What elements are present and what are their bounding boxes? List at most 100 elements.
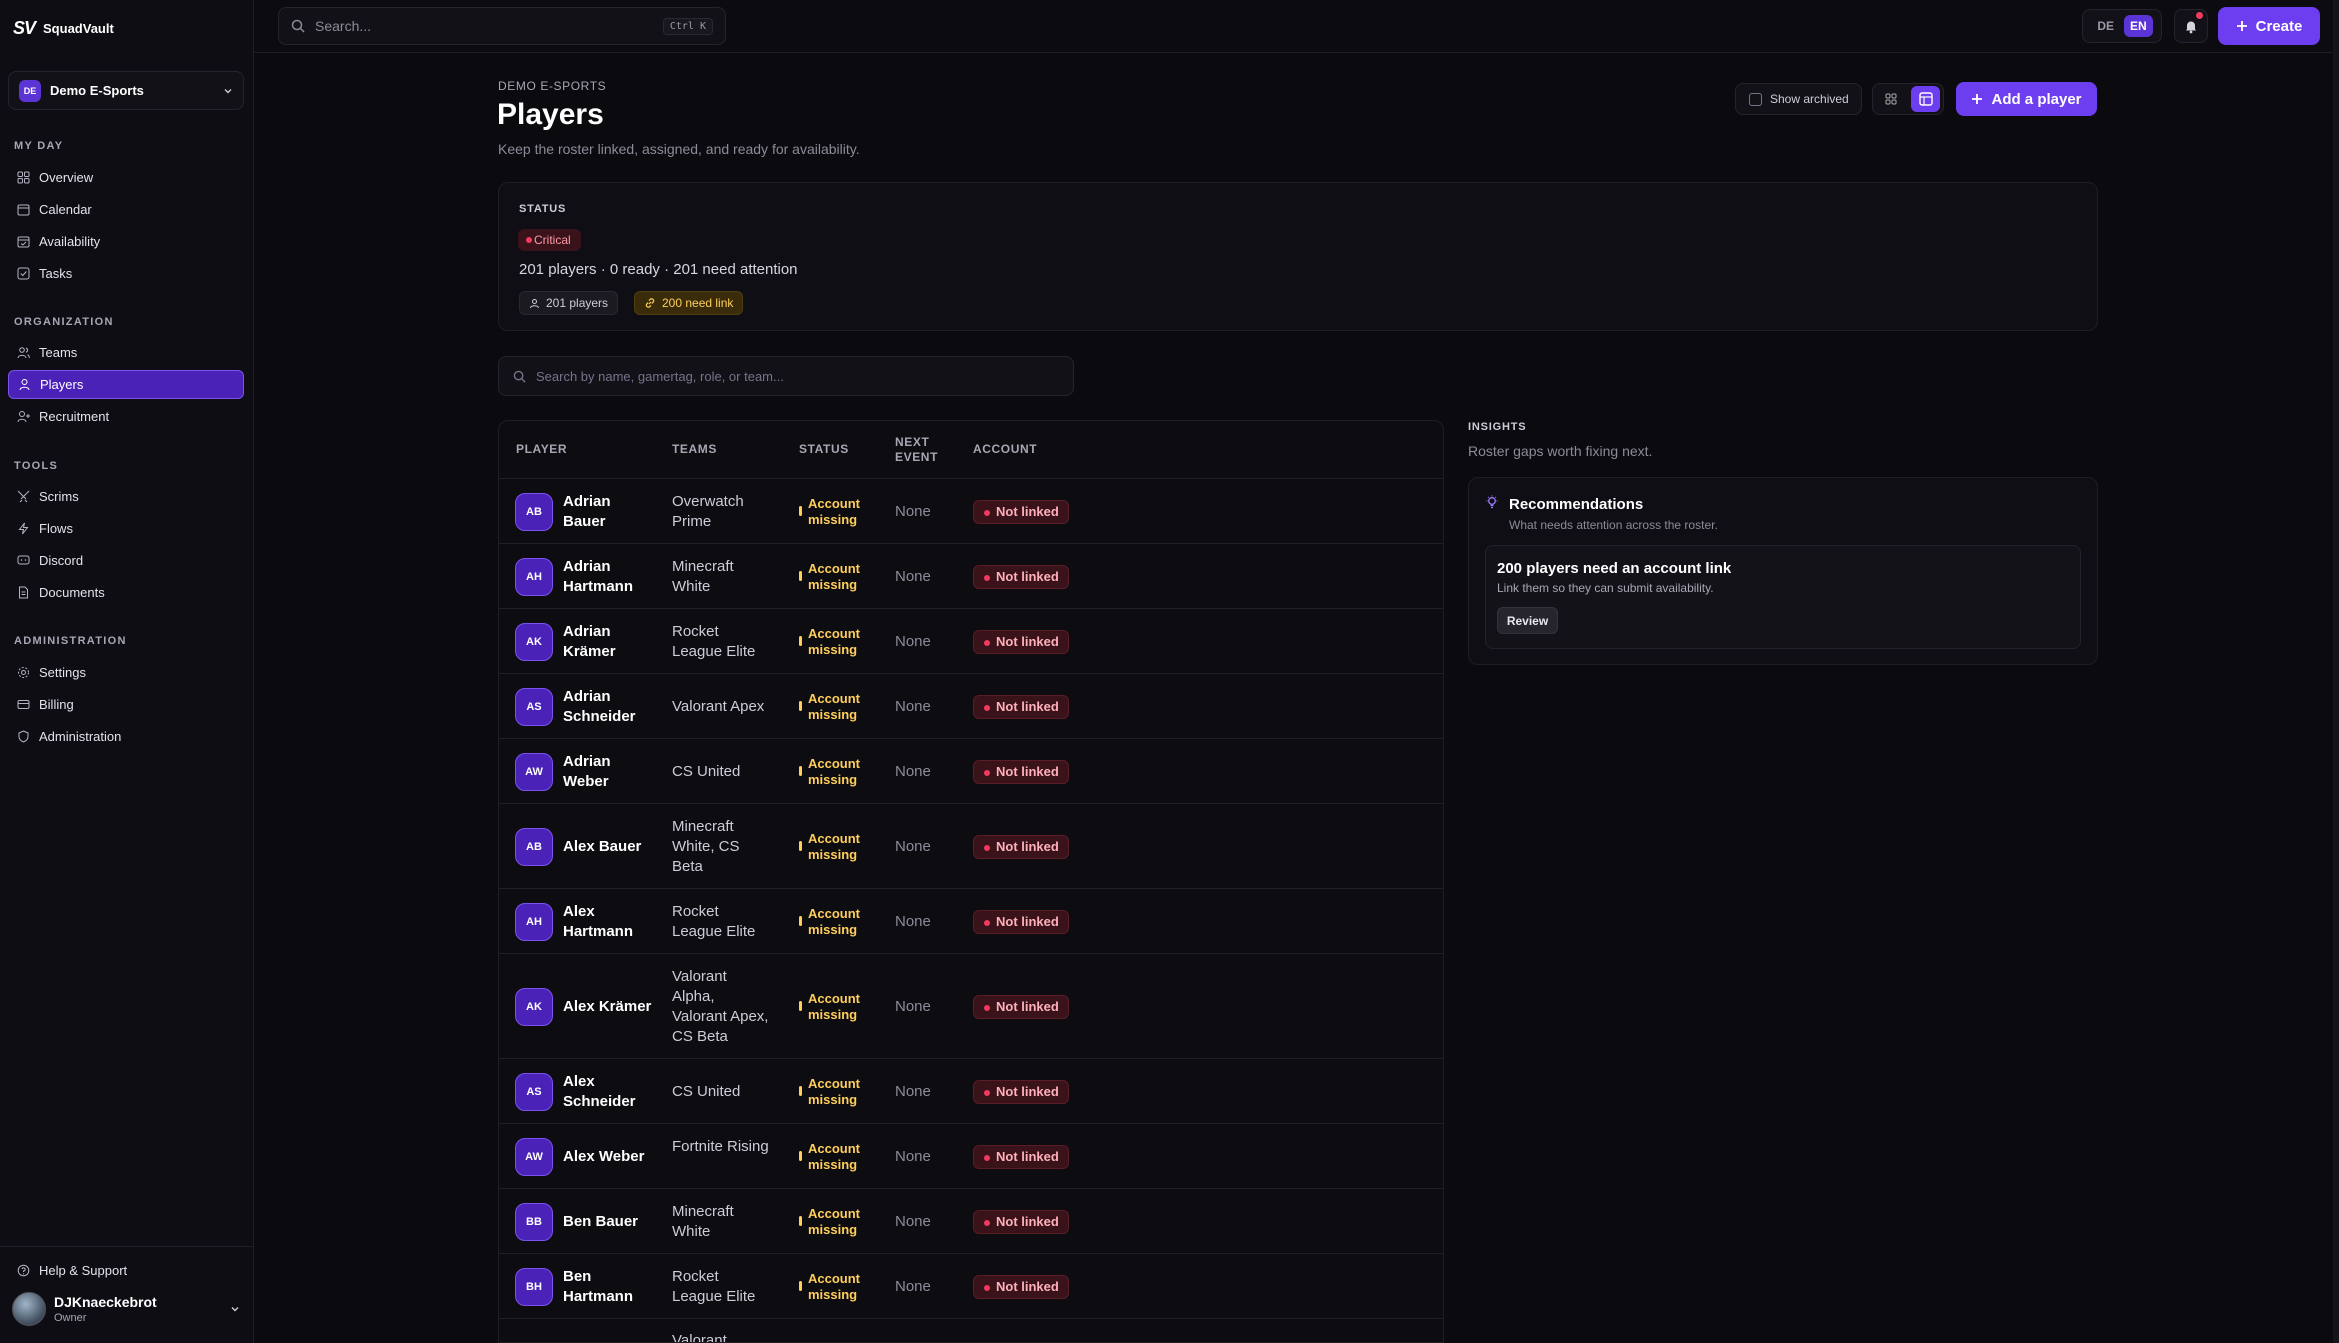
column-header-status[interactable]: STATUS [799, 421, 849, 478]
lang-en-button[interactable]: EN [2124, 15, 2153, 37]
player-name[interactable]: Alex Schneider [563, 1072, 653, 1113]
player-name[interactable]: Ben Bauer [563, 1212, 653, 1232]
player-status: Account missing [799, 561, 869, 594]
org-switcher[interactable]: DE Demo E-Sports [8, 71, 244, 110]
player-next-event: None [895, 1082, 931, 1100]
table-row[interactable]: AW Adrian Weber CS United Account missing No… [499, 739, 1443, 804]
sidebar-item-label: Scrims [39, 489, 79, 504]
players-table: PLAYER TEAMS STATUS NEXT EVENT ACCOUNT A… [498, 420, 1444, 1343]
players-count-label: 201 players [546, 296, 609, 310]
global-search-input[interactable]: Search... Ctrl K [278, 7, 726, 45]
breadcrumb: DEMO E-SPORTS [498, 79, 607, 93]
player-name[interactable]: Alex Bauer [563, 837, 653, 857]
player-name[interactable]: Alex Krämer [563, 997, 653, 1017]
bolt-icon [16, 522, 30, 536]
sidebar-item-recruitment[interactable]: Recruitment [8, 402, 244, 431]
table-row[interactable]: AH Alex Hartmann Rocket League Elite Accoun… [499, 889, 1443, 954]
checkbox[interactable] [1749, 92, 1762, 106]
player-name[interactable]: Ben Hartmann [563, 1267, 653, 1308]
account-status-badge[interactable]: Not linked [973, 909, 1069, 934]
table-row[interactable]: AB Adrian Bauer Overwatch Prime Account mis… [499, 479, 1443, 544]
player-status: Account missing [799, 626, 869, 659]
table-row[interactable]: AW Alex Weber Fortnite Rising Account missi… [499, 1124, 1443, 1189]
player-name[interactable]: Adrian Bauer [563, 492, 653, 533]
sidebar-item-calendar[interactable]: Calendar [8, 195, 244, 224]
account-status-badge[interactable]: Not linked [973, 499, 1069, 524]
sidebar-item-settings[interactable]: Settings [8, 658, 244, 687]
sidebar-item-flows[interactable]: Flows [8, 514, 244, 543]
players-count-pill[interactable]: 201 players [519, 291, 619, 315]
sidebar-item-label: Calendar [39, 202, 92, 217]
player-name[interactable]: Adrian Hartmann [563, 557, 653, 598]
sidebar-item-administration[interactable]: Administration [8, 722, 244, 751]
column-header-account[interactable]: ACCOUNT [973, 421, 1037, 478]
table-row[interactable]: AH Adrian Hartmann Minecraft White Account … [499, 544, 1443, 609]
table-row[interactable]: BB Ben Bauer Minecraft White Account missin… [499, 1189, 1443, 1254]
sidebar-item-scrims[interactable]: Scrims [8, 482, 244, 511]
player-next-event: None [895, 912, 931, 930]
player-name[interactable]: Alex Hartmann [563, 902, 653, 943]
show-archived-toggle[interactable]: Show archived [1735, 83, 1862, 115]
account-status-badge[interactable]: Not linked [973, 694, 1069, 719]
help-support-link[interactable]: Help & Support [8, 1256, 244, 1285]
lang-de-button[interactable]: DE [2091, 15, 2120, 37]
player-name[interactable]: Adrian Schneider [563, 687, 653, 728]
sidebar-item-overview[interactable]: Overview [8, 163, 244, 192]
status-label: STATUS [519, 203, 567, 215]
avatar [12, 1292, 46, 1326]
sidebar-item-players[interactable]: Players [8, 370, 244, 399]
create-button[interactable]: Create [2218, 7, 2320, 45]
column-header-next-event[interactable]: NEXT EVENT [895, 421, 945, 478]
account-status-badge[interactable]: Not linked [973, 834, 1069, 859]
brand-logo[interactable]: SV SquadVault [13, 18, 114, 39]
sidebar-item-billing[interactable]: Billing [8, 690, 244, 719]
account-status-badge[interactable]: Not linked [973, 994, 1069, 1019]
scrollbar[interactable] [2333, 0, 2339, 1343]
page-title: Players [497, 98, 604, 131]
table-row[interactable]: AK Adrian Krämer Rocket League Elite Accoun… [499, 609, 1443, 674]
player-name[interactable]: Adrian Weber [563, 752, 653, 793]
sidebar-item-teams[interactable]: Teams [8, 338, 244, 367]
player-name[interactable]: Adrian Krämer [563, 622, 653, 663]
account-status-badge[interactable]: Not linked [973, 759, 1069, 784]
account-status-badge[interactable]: Not linked [973, 1079, 1069, 1104]
avatar: AS [515, 1072, 553, 1111]
user-menu[interactable]: DJKnaeckebrot Owner [12, 1292, 240, 1326]
sidebar-item-label: Billing [39, 697, 74, 712]
player-status: Account missing [799, 691, 869, 724]
chevron-down-icon [224, 88, 232, 93]
review-button[interactable]: Review [1497, 607, 1558, 634]
table-view-button[interactable] [1911, 86, 1940, 112]
table-row[interactable]: AS Adrian Schneider Valorant Apex Account m… [499, 674, 1443, 739]
calendar-icon [16, 203, 30, 217]
sidebar-item-documents[interactable]: Documents [8, 578, 244, 607]
page-subtitle: Keep the roster linked, assigned, and re… [498, 141, 860, 157]
table-row[interactable]: Valorant [499, 1319, 1443, 1342]
notifications-button[interactable] [2174, 9, 2208, 43]
grid-view-button[interactable] [1876, 86, 1905, 112]
table-row[interactable]: AS Alex Schneider CS United Account missing… [499, 1059, 1443, 1124]
table-row[interactable]: BH Ben Hartmann Rocket League Elite Account… [499, 1254, 1443, 1319]
need-link-pill[interactable]: 200 need link [634, 291, 744, 315]
sidebar-item-tasks[interactable]: Tasks [8, 259, 244, 288]
player-name[interactable]: Alex Weber [563, 1147, 653, 1167]
player-search-input[interactable]: Search by name, gamertag, role, or team.… [498, 356, 1074, 396]
recommendation-description: Link them so they can submit availabilit… [1497, 581, 1714, 595]
nav-section-my-day: MY DAY [14, 140, 64, 152]
column-header-player[interactable]: PLAYER [516, 421, 567, 478]
sidebar-item-availability[interactable]: Availability [8, 227, 244, 256]
org-name: Demo E-Sports [50, 83, 144, 98]
column-header-teams[interactable]: TEAMS [672, 421, 717, 478]
add-player-button[interactable]: Add a player [1956, 82, 2097, 116]
account-status-badge[interactable]: Not linked [973, 1144, 1069, 1169]
users-icon [16, 346, 30, 360]
sidebar-item-discord[interactable]: Discord [8, 546, 244, 575]
account-status-badge[interactable]: Not linked [973, 1274, 1069, 1299]
account-status-badge[interactable]: Not linked [973, 564, 1069, 589]
account-status-badge[interactable]: Not linked [973, 1209, 1069, 1234]
avatar: AW [515, 1137, 553, 1176]
table-row[interactable]: AB Alex Bauer Minecraft White, CS Beta Acco… [499, 804, 1443, 889]
account-status-badge[interactable]: Not linked [973, 629, 1069, 654]
player-next-event: None [895, 697, 931, 715]
table-row[interactable]: AK Alex Krämer Valorant Alpha, Valorant Ap… [499, 954, 1443, 1059]
